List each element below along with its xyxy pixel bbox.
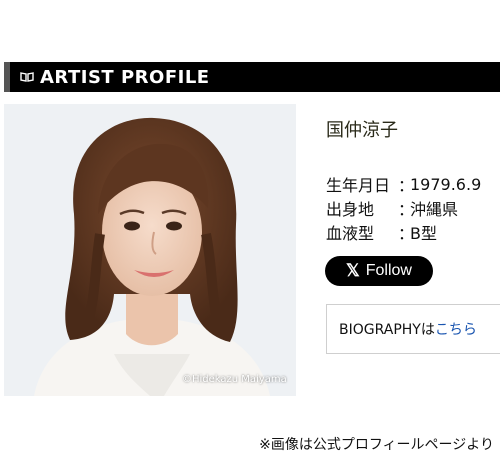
artist-photo: [4, 104, 296, 396]
info-value: B型: [410, 224, 437, 243]
info-value: 1979.6.9: [410, 174, 482, 194]
info-key: 出身地: [326, 200, 375, 219]
section-header: ARTIST PROFILE: [4, 62, 500, 92]
image-source-note: ※画像は公式プロフィールページより: [259, 437, 494, 453]
info-key: 血液型: [326, 224, 375, 243]
biography-prefix: BIOGRAPHYは: [339, 322, 435, 338]
profile-info: 生年月日 ： 1979.6.9 出身地 ： 沖縄県 血液型 ： B型: [326, 172, 481, 244]
photo-credit: ©Hidekazu Maiyama: [182, 374, 287, 385]
follow-label: Follow: [365, 262, 412, 279]
info-sep: ：: [398, 224, 415, 243]
info-row-birthplace: 出身地 ： 沖縄県: [326, 196, 481, 220]
info-key: 生年月日: [326, 176, 391, 195]
info-sep: ：: [398, 200, 415, 219]
section-title: ARTIST PROFILE: [40, 66, 210, 88]
x-logo-icon: 𝕏: [346, 261, 360, 280]
x-follow-button[interactable]: 𝕏 Follow: [325, 256, 433, 286]
info-row-birthdate: 生年月日 ： 1979.6.9: [326, 172, 481, 196]
header-accent: [4, 62, 10, 92]
biography-link[interactable]: こちら: [435, 319, 477, 339]
info-row-bloodtype: 血液型 ： B型: [326, 220, 481, 244]
book-icon: [20, 72, 34, 82]
biography-box: BIOGRAPHYは こちら: [326, 304, 500, 354]
artist-name: 国仲涼子: [326, 120, 398, 141]
info-value: 沖縄県: [410, 200, 459, 219]
info-sep: ：: [398, 176, 415, 195]
